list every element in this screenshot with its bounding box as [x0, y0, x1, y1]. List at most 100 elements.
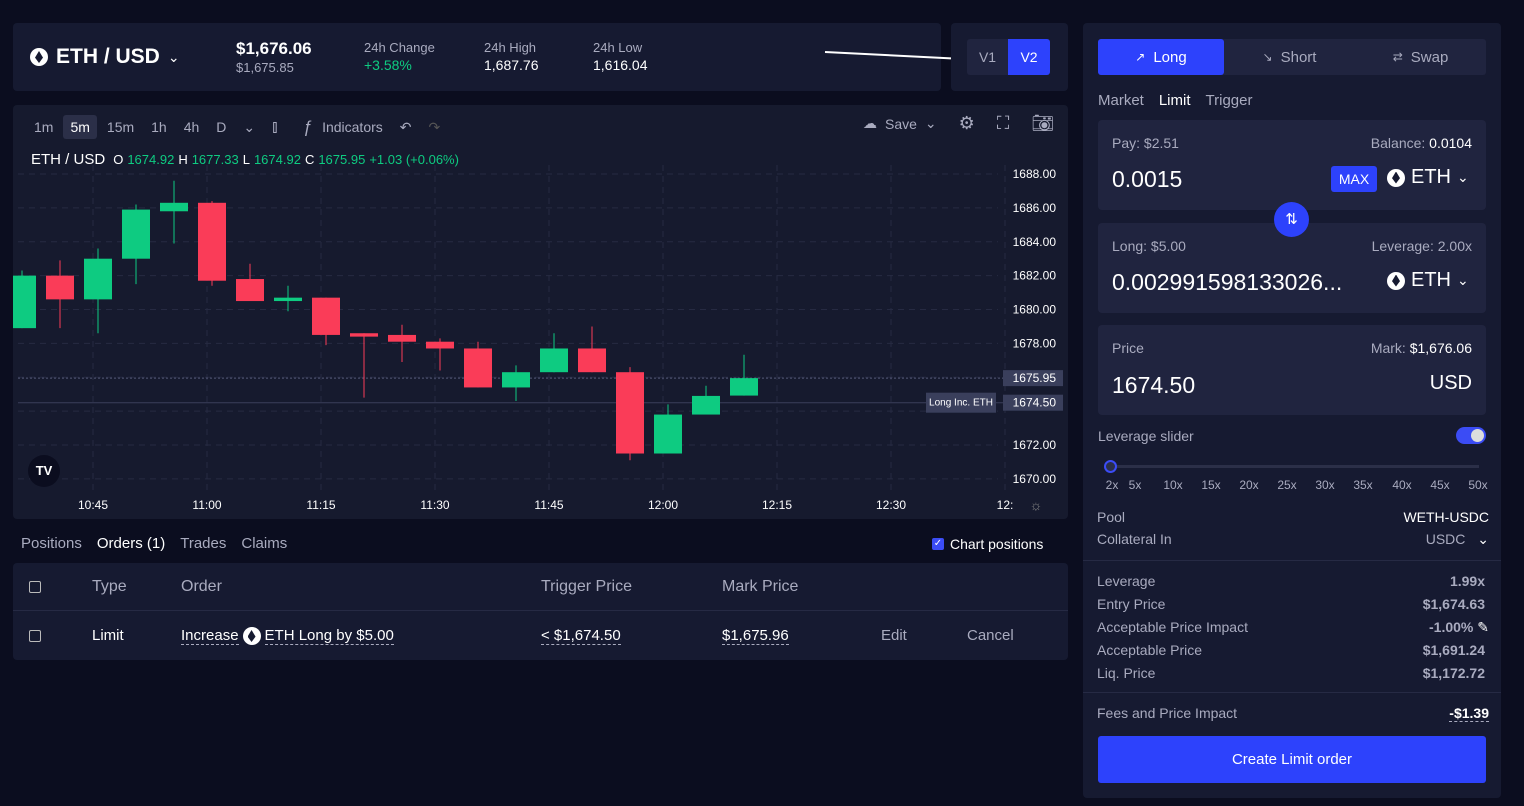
detail-value-text: $1,172.72 — [1422, 665, 1485, 681]
price-box: Price Mark: $1,676.06 1674.50 USD — [1098, 325, 1486, 415]
collateral-selector[interactable]: USDC ⌄ — [1426, 531, 1489, 548]
low-label: 24h Low — [593, 40, 643, 55]
select-all-checkbox[interactable] — [29, 581, 41, 593]
chart-positions-toggle[interactable]: ✓ Chart positions — [932, 536, 1043, 552]
trend-up-icon: ↗ — [1135, 50, 1146, 64]
pair-selector[interactable]: ETH / USD ⌄ — [30, 45, 180, 69]
tab-market[interactable]: Market — [1098, 92, 1144, 109]
row-checkbox[interactable] — [29, 630, 41, 642]
column-mark-price: Mark Price — [722, 578, 799, 595]
leverage-slider-handle[interactable] — [1104, 460, 1117, 473]
price-input[interactable]: 1674.50 — [1112, 372, 1195, 399]
candle-body — [350, 333, 378, 337]
y-tick-label: 1680.00 — [1013, 303, 1057, 317]
leverage-mark[interactable]: 10x — [1163, 478, 1182, 492]
long-amount-input[interactable]: 0.002991598133026... — [1112, 269, 1342, 296]
long-label: Long: $5.00 — [1112, 238, 1186, 254]
tab-trades[interactable]: Trades — [180, 535, 226, 552]
fees-label: Fees and Price Impact — [1097, 705, 1238, 721]
candlestick-chart[interactable]: 1688.00 1686.00 1684.00 1682.00 1680.00 1678.… — [13, 105, 1068, 519]
tab-limit[interactable]: Limit — [1159, 92, 1191, 109]
market-header: ETH / USD ⌄ $1,676.06 $1,675.85 24h Chan… — [13, 23, 1017, 91]
leverage-mark[interactable]: 50x — [1468, 478, 1487, 492]
detail-row: Leverage 1.99x — [1097, 573, 1489, 589]
edit-icon[interactable]: ✎ — [1477, 619, 1489, 635]
column-trigger-price: Trigger Price — [541, 578, 632, 595]
cancel-button[interactable]: Cancel — [967, 627, 1014, 644]
trigger-price[interactable]: < $1,674.50 — [541, 627, 621, 645]
leverage-mark[interactable]: 30x — [1315, 478, 1334, 492]
candle-body — [464, 348, 492, 388]
leverage-mark[interactable]: 5x — [1129, 478, 1142, 492]
leverage-slider-toggle[interactable] — [1456, 427, 1486, 444]
swap-direction-button[interactable]: ⇅ — [1274, 202, 1309, 237]
candle — [160, 180, 188, 244]
y-tick-label: 1682.00 — [1013, 269, 1057, 283]
tab-short[interactable]: ↘ Short — [1224, 39, 1355, 75]
detail-value: $1,172.72 — [1423, 665, 1485, 681]
leverage-mark[interactable]: 20x — [1239, 478, 1258, 492]
leverage-mark[interactable]: 35x — [1353, 478, 1372, 492]
leverage-mark[interactable]: 2x — [1106, 478, 1119, 492]
candle-body — [692, 395, 720, 415]
balance-label: Balance: — [1370, 135, 1430, 151]
tab-trigger[interactable]: Trigger — [1206, 92, 1253, 109]
leverage-mark[interactable]: 40x — [1392, 478, 1411, 492]
collateral-value: USDC — [1425, 531, 1466, 547]
detail-value-text: $1,691.24 — [1422, 642, 1485, 658]
candle — [464, 341, 492, 388]
trade-direction-tabs: ↗ Long ↘ Short ⇄ Swap — [1098, 39, 1486, 75]
x-tick-label: 12:00 — [648, 498, 678, 512]
candle — [426, 338, 454, 371]
max-button[interactable]: MAX — [1331, 166, 1377, 192]
leverage-label: Leverage: 2.00x — [1371, 238, 1472, 254]
x-tick-label: 12:15 — [762, 498, 792, 512]
tab-swap[interactable]: ⇄ Swap — [1355, 39, 1486, 75]
candle — [236, 263, 264, 302]
checkbox-checked-icon[interactable]: ✓ — [932, 538, 944, 550]
chart-settings-icon[interactable]: ☼ — [1030, 497, 1043, 513]
chart-panel: 1m 5m 15m 1h 4h D ⌄ ⫾ ƒ Indicators ↶ ↷ ☁… — [13, 105, 1068, 519]
price-label: 1674.50 — [1013, 396, 1057, 410]
version-switch: V1 V2 — [951, 23, 1068, 91]
mark-price-cell[interactable]: $1,675.96 — [722, 627, 789, 645]
leverage-mark[interactable]: 15x — [1201, 478, 1220, 492]
edit-button[interactable]: Edit — [881, 627, 907, 644]
pay-token-selector[interactable]: ETH ⌄ — [1387, 166, 1469, 189]
order-type: Limit — [92, 627, 124, 644]
low-value: 1,616.04 — [593, 57, 648, 73]
tab-claims[interactable]: Claims — [241, 535, 287, 552]
candle-body — [84, 258, 112, 300]
candle-body — [160, 202, 188, 212]
long-token-selector[interactable]: ETH ⌄ — [1387, 269, 1469, 292]
leverage-slider-track[interactable] — [1110, 465, 1479, 468]
fees-value[interactable]: -$1.39 — [1449, 705, 1489, 722]
tab-orders[interactable]: Orders (1) — [97, 535, 165, 552]
pool-value: WETH-USDC — [1403, 509, 1489, 525]
leverage-mark[interactable]: 45x — [1430, 478, 1449, 492]
detail-label: Acceptable Price Impact — [1097, 619, 1248, 635]
tab-positions[interactable]: Positions — [21, 535, 82, 552]
leverage-mark[interactable]: 25x — [1277, 478, 1296, 492]
detail-label: Entry Price — [1097, 596, 1166, 612]
create-limit-order-button[interactable]: Create Limit order — [1098, 736, 1486, 783]
detail-value: 1.99x — [1450, 573, 1485, 589]
tab-long[interactable]: ↗ Long — [1098, 39, 1224, 75]
pay-box: Pay: $2.51 Balance: 0.0104 0.0015 MAX ET… — [1098, 120, 1486, 210]
detail-row: Entry Price $1,674.63 — [1097, 596, 1489, 612]
y-tick-label: 1672.00 — [1013, 438, 1057, 452]
order-desc: ETH Long by $5.00 — [264, 627, 394, 645]
order-description[interactable]: Increase ETH Long by $5.00 — [181, 627, 394, 645]
detail-row: Acceptable Price Impact -1.00% ✎ — [1097, 619, 1489, 636]
candle-body — [236, 279, 264, 302]
column-order: Order — [181, 578, 222, 595]
pay-amount-input[interactable]: 0.0015 — [1112, 166, 1182, 193]
y-tick-label: 1678.00 — [1013, 336, 1057, 350]
chevron-down-icon: ⌄ — [1477, 531, 1489, 547]
candle — [274, 285, 302, 312]
candle-body — [274, 297, 302, 302]
y-tick-label: 1670.00 — [1013, 472, 1057, 486]
order-tag[interactable]: Long Inc. ETH — [929, 398, 993, 409]
v1-button[interactable]: V1 — [967, 39, 1008, 75]
v2-button[interactable]: V2 — [1008, 39, 1050, 75]
